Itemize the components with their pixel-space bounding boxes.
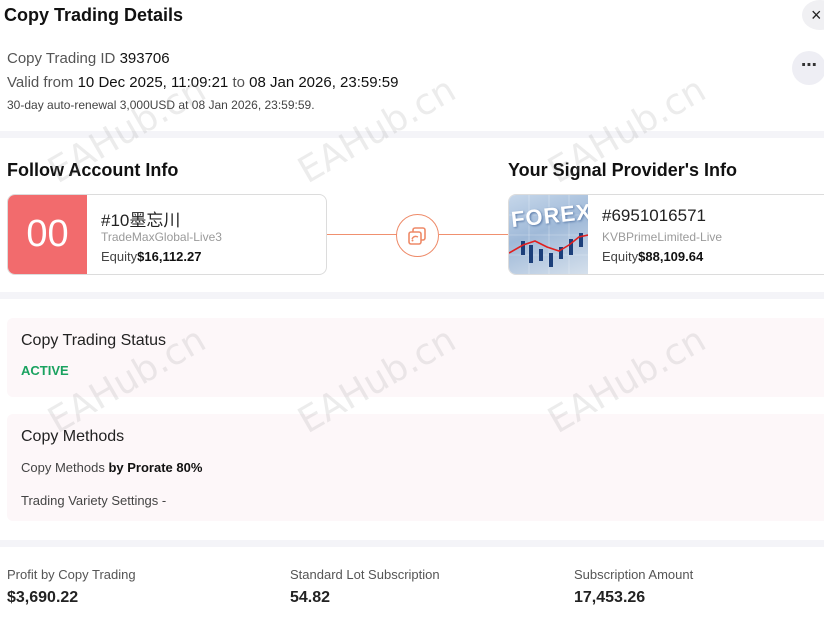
follow-account-equity: Equity$16,112.27 (101, 249, 202, 264)
divider (0, 540, 824, 547)
divider (0, 292, 824, 299)
follow-account-title: Follow Account Info (7, 160, 179, 180)
copy-trading-id: Copy Trading ID 393706 (7, 50, 398, 67)
header: Copy Trading Details × (0, 0, 824, 32)
forex-image: FOREX (509, 195, 588, 274)
copy-link-icon (396, 214, 439, 257)
equity-label: Equity (101, 249, 138, 264)
close-button[interactable]: × (802, 0, 824, 30)
profit-stat: Profit by Copy Trading $3,690.22 (7, 567, 136, 607)
connector-line (439, 234, 509, 235)
id-label: Copy Trading ID (7, 50, 116, 67)
connector-line (327, 234, 397, 235)
lot-subscription-stat: Standard Lot Subscription 54.82 (290, 567, 440, 607)
copy-trading-info: Copy Trading ID 393706 Valid from 10 Dec… (7, 50, 398, 112)
stat-value: 54.82 (290, 589, 331, 606)
signal-provider-title: Your Signal Provider's Info (508, 160, 737, 180)
signal-provider-card[interactable]: FOREX #6951016571 KVBPrimeLimited-Live E… (508, 194, 824, 275)
close-icon: × (811, 5, 822, 25)
status-badge: ACTIVE (21, 363, 69, 378)
copy-methods-panel: Copy Methods Copy Methods by Prorate 80%… (7, 414, 824, 521)
signal-provider-server: KVBPrimeLimited-Live (602, 230, 723, 244)
trading-variety-row: Trading Variety Settings - (21, 493, 166, 508)
copy-method-value: by Prorate 80% (108, 460, 203, 475)
more-icon: ⋯ (801, 57, 817, 74)
validity-period: Valid from 10 Dec 2025, 11:09:21 to 08 J… (7, 74, 398, 91)
stat-label: Standard Lot Subscription (290, 567, 440, 582)
avatar: 00 (8, 195, 87, 274)
subscription-amount-stat: Subscription Amount 17,453.26 (574, 567, 693, 607)
equity-value: $16,112.27 (137, 249, 202, 264)
renewal-note: 30-day auto-renewal 3,000USD at 08 Jan 2… (7, 98, 315, 112)
stat-value: 17,453.26 (574, 589, 646, 606)
valid-to: 08 Jan 2026, 23:59:59 (249, 74, 399, 91)
valid-from: 10 Dec 2025, 11:09:21 (77, 74, 229, 91)
id-value: 393706 (119, 50, 170, 67)
stat-value: $3,690.22 (7, 589, 79, 606)
copy-method-label: Copy Methods (21, 460, 105, 475)
valid-label: Valid from (7, 74, 74, 91)
follow-account-server: TradeMaxGlobal-Live3 (101, 230, 222, 244)
page-title: Copy Trading Details (4, 5, 184, 25)
follow-account-card[interactable]: 00 #10墨忘川 TradeMaxGlobal-Live3 Equity$16… (7, 194, 327, 275)
signal-provider-equity: Equity$88,109.64 (602, 249, 703, 264)
status-title: Copy Trading Status (21, 332, 166, 349)
signal-provider-id: #6951016571 (602, 206, 707, 225)
equity-value: $88,109.64 (638, 249, 704, 264)
stat-label: Profit by Copy Trading (7, 567, 136, 582)
valid-to-label: to (232, 74, 245, 91)
copy-method-row: Copy Methods by Prorate 80% (21, 460, 202, 475)
copy-trading-status-panel: Copy Trading Status ACTIVE (7, 318, 824, 397)
trading-variety-value: - (161, 493, 167, 508)
trading-variety-label: Trading Variety Settings (21, 493, 159, 508)
copy-methods-title: Copy Methods (21, 428, 125, 445)
stat-label: Subscription Amount (574, 567, 694, 582)
divider (0, 131, 824, 138)
more-options-button[interactable]: ⋯ (792, 51, 824, 85)
follow-account-id: #10墨忘川 (101, 211, 181, 230)
equity-label: Equity (602, 249, 639, 264)
